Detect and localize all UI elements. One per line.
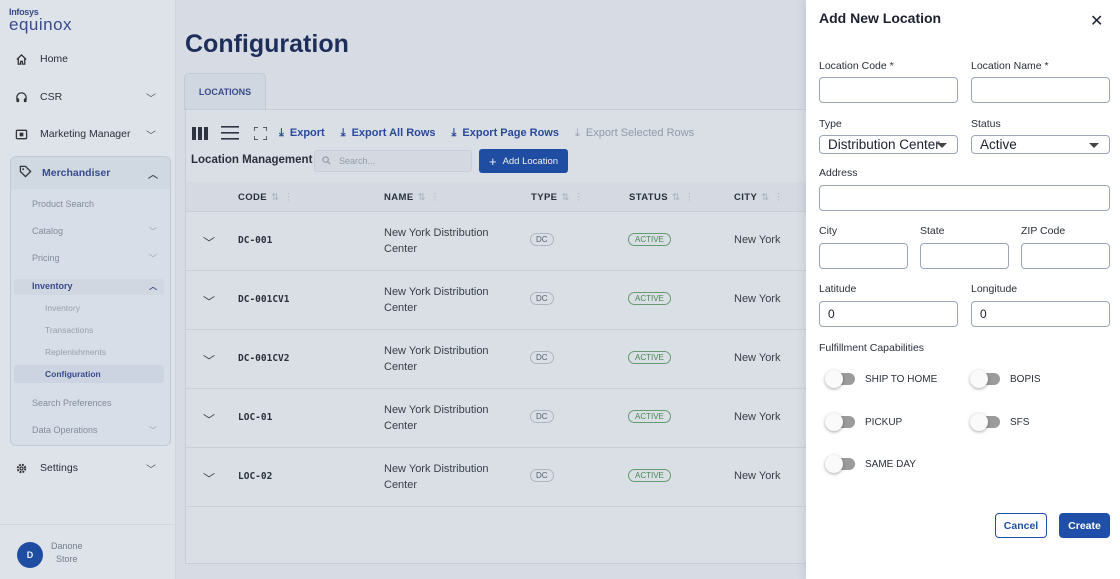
type-select[interactable]: Distribution Center — [819, 135, 958, 154]
toggle-track — [970, 413, 1000, 431]
toggle-label: SAME DAY — [865, 458, 916, 470]
toggle-knob — [825, 455, 843, 473]
location-name-label: Location Name * — [971, 60, 1049, 72]
status-label: Status — [971, 118, 1001, 130]
location-name-field[interactable] — [971, 77, 1110, 103]
address-field[interactable] — [819, 185, 1110, 211]
toggle-label: SFS — [1010, 416, 1030, 428]
toggle-knob — [825, 370, 843, 388]
type-value: Distribution Center — [828, 137, 940, 152]
toggle-knob — [970, 413, 988, 431]
add-location-drawer: Add New Location ✕ Location Code * Locat… — [806, 0, 1120, 579]
zip-code-field[interactable] — [1021, 243, 1110, 269]
modal-backdrop[interactable] — [0, 0, 806, 579]
toggle-bopis[interactable]: BOPIS — [970, 370, 1041, 388]
toggle-knob — [825, 413, 843, 431]
toggle-track — [970, 370, 1000, 388]
city-label: City — [819, 225, 838, 237]
type-label: Type — [819, 118, 842, 130]
toggle-track — [825, 370, 855, 388]
cancel-button[interactable]: Cancel — [995, 513, 1047, 538]
toggle-pickup[interactable]: PICKUP — [825, 413, 903, 431]
longitude-value: 0 — [980, 307, 987, 321]
dropdown-arrow-icon — [1089, 143, 1099, 148]
toggle-knob — [970, 370, 988, 388]
status-select[interactable]: Active — [971, 135, 1110, 154]
location-code-field[interactable] — [819, 77, 958, 103]
latitude-value: 0 — [828, 307, 835, 321]
toggle-label: SHIP TO HOME — [865, 373, 938, 385]
status-value: Active — [980, 137, 1017, 152]
toggle-label: PICKUP — [865, 416, 903, 428]
state-label: State — [920, 225, 945, 237]
toggle-track — [825, 413, 855, 431]
create-button[interactable]: Create — [1059, 513, 1110, 538]
toggle-track — [825, 455, 855, 473]
address-label: Address — [819, 167, 858, 179]
latitude-label: Latitude — [819, 283, 857, 295]
toggle-same-day[interactable]: SAME DAY — [825, 455, 916, 473]
longitude-field[interactable]: 0 — [971, 301, 1110, 327]
toggle-ship-to-home[interactable]: SHIP TO HOME — [825, 370, 938, 388]
longitude-label: Longitude — [971, 283, 1018, 295]
toggle-sfs[interactable]: SFS — [970, 413, 1030, 431]
state-field[interactable] — [920, 243, 1009, 269]
toggle-label: BOPIS — [1010, 373, 1041, 385]
city-field[interactable] — [819, 243, 908, 269]
close-icon[interactable]: ✕ — [1090, 11, 1103, 31]
zip-code-label: ZIP Code — [1021, 225, 1066, 237]
drawer-title: Add New Location — [819, 10, 942, 26]
latitude-field[interactable]: 0 — [819, 301, 958, 327]
dropdown-arrow-icon — [937, 143, 947, 148]
fulfillment-capabilities-label: Fulfillment Capabilities — [819, 342, 925, 354]
location-code-label: Location Code * — [819, 60, 894, 72]
